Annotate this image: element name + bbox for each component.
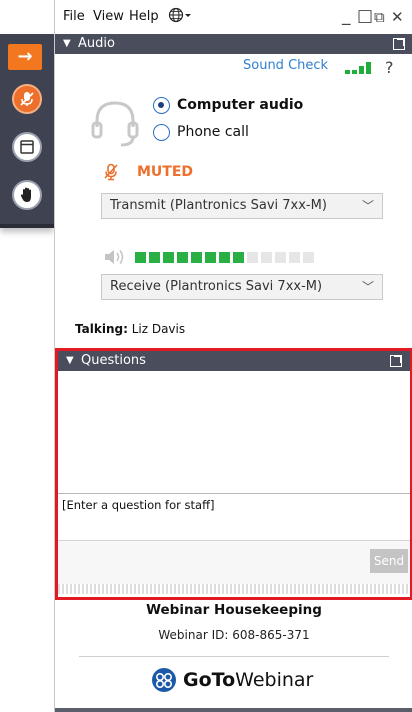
level-bar xyxy=(135,252,146,263)
level-bar xyxy=(261,252,272,263)
screen-button[interactable] xyxy=(12,132,42,162)
question-input-placeholder: [Enter a question for staff] xyxy=(62,498,215,512)
webinar-id: Webinar ID: 608-865-371 xyxy=(158,628,310,642)
transmit-device-dropdown[interactable]: Transmit (Plantronics Savi 7xx-M) ﹀ xyxy=(101,193,383,219)
sound-check-link[interactable]: Sound Check xyxy=(243,58,328,73)
muted-mic-icon[interactable] xyxy=(103,163,119,181)
computer-audio-radio[interactable] xyxy=(153,97,170,114)
restore-button[interactable]: □ xyxy=(357,6,373,26)
chevron-down-icon: ﹀ xyxy=(361,199,374,213)
popout-icon[interactable] xyxy=(393,38,405,50)
webinar-title: Webinar Housekeeping xyxy=(146,602,322,618)
mic-status-label: MUTED xyxy=(137,164,194,180)
level-bar xyxy=(163,252,174,263)
raise-hand-button[interactable] xyxy=(12,180,42,210)
control-panel: File View Help _ □ ⧉ ✕ ▼ Audio Sound Che… xyxy=(54,0,412,712)
level-bar xyxy=(275,252,286,263)
questions-log xyxy=(58,371,410,493)
minimize-button[interactable]: _ xyxy=(342,6,351,26)
level-bar xyxy=(303,252,314,263)
question-input[interactable]: [Enter a question for staff] xyxy=(58,493,410,541)
footer-divider xyxy=(79,656,389,657)
audio-title: Audio xyxy=(78,36,115,51)
resize-grip[interactable] xyxy=(58,584,410,594)
level-bar xyxy=(191,252,202,263)
expand-panel-arrow-icon[interactable]: → xyxy=(8,44,42,70)
computer-audio-label[interactable]: Computer audio xyxy=(177,97,303,113)
help-icon[interactable]: ? xyxy=(385,58,394,77)
menu-view[interactable]: View xyxy=(93,9,124,24)
language-dropdown xyxy=(168,7,191,23)
globe-icon[interactable] xyxy=(168,7,192,27)
phone-call-radio[interactable] xyxy=(153,124,170,141)
phone-call-label[interactable]: Phone call xyxy=(177,124,249,140)
mute-mic-button[interactable] xyxy=(12,84,42,114)
speaker-icon xyxy=(105,250,124,264)
popout-icon[interactable] xyxy=(390,355,402,367)
signal-strength-icon xyxy=(345,62,371,74)
level-bar xyxy=(219,252,230,263)
level-bar xyxy=(149,252,160,263)
menu-bar: File View Help _ □ ⧉ ✕ xyxy=(55,0,412,34)
level-bar xyxy=(289,252,300,263)
level-bar xyxy=(233,252,244,263)
transmit-device-value: Transmit (Plantronics Savi 7xx-M) xyxy=(110,198,327,213)
questions-title: Questions xyxy=(81,353,146,368)
chevron-down-icon: ﹀ xyxy=(361,280,374,294)
logo-webinar-text: Webinar xyxy=(235,669,314,691)
receive-device-dropdown[interactable]: Receive (Plantronics Savi 7xx-M) ﹀ xyxy=(101,274,383,300)
logo-goto-text: GoTo xyxy=(183,669,236,691)
gotowebinar-logo-icon xyxy=(152,668,176,692)
audio-header[interactable]: ▼ Audio xyxy=(55,34,412,54)
receive-device-value: Receive (Plantronics Savi 7xx-M) xyxy=(110,279,323,294)
headset-icon xyxy=(91,101,139,147)
level-bar xyxy=(247,252,258,263)
collapse-triangle-icon[interactable]: ▼ xyxy=(63,34,71,54)
level-bar xyxy=(177,252,188,263)
control-toolbar: → xyxy=(0,34,54,228)
talking-name: Liz Davis xyxy=(131,322,186,336)
send-button[interactable]: Send xyxy=(370,549,408,573)
bottom-border xyxy=(55,708,412,712)
speaker-level-meter xyxy=(135,252,314,263)
questions-panel: ▼ Questions [Enter a question for staff]… xyxy=(55,348,412,600)
questions-actions: Send xyxy=(58,541,410,584)
level-bar xyxy=(205,252,216,263)
collapse-triangle-icon[interactable]: ▼ xyxy=(66,351,74,371)
questions-header[interactable]: ▼ Questions xyxy=(58,351,410,371)
popout-button[interactable]: ⧉ xyxy=(374,8,385,26)
gotowebinar-logo: GoToWebinar xyxy=(151,667,313,693)
talking-label: Talking: xyxy=(75,322,128,336)
close-button[interactable]: ✕ xyxy=(391,8,404,26)
menu-file[interactable]: File xyxy=(63,9,85,24)
hand-icon xyxy=(20,187,31,202)
muted-mic-icon xyxy=(20,92,34,106)
menu-help[interactable]: Help xyxy=(129,9,159,24)
talking-indicator: Talking: Liz Davis xyxy=(75,322,185,336)
window-icon xyxy=(20,140,34,154)
